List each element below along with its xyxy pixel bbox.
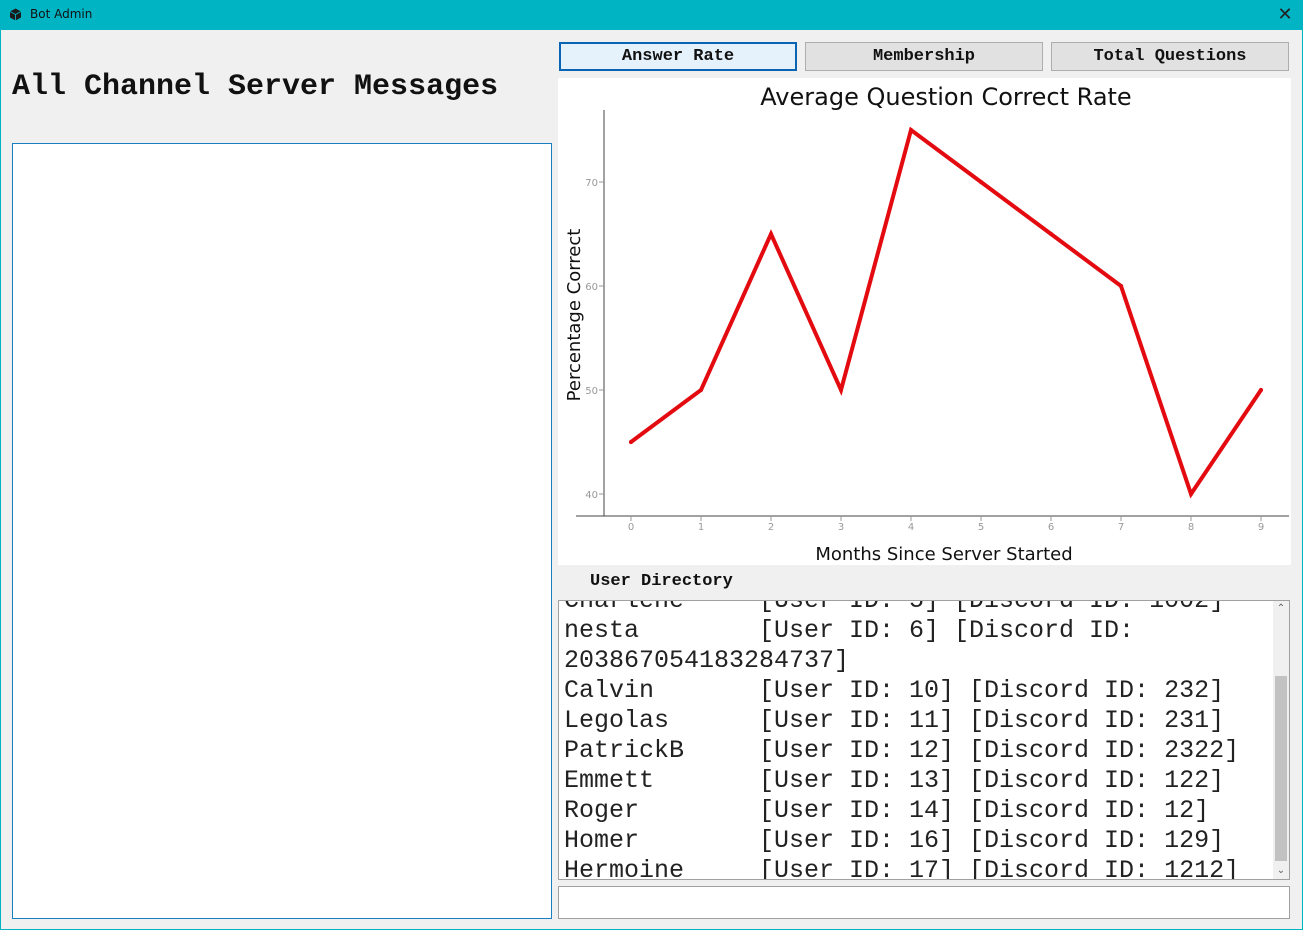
answer-rate-chart: Average Question Correct Rate Months Sin… (558, 78, 1291, 565)
user-name: Emmett (564, 766, 655, 795)
x-tick-label: 6 (1048, 522, 1054, 533)
x-tick-label: 7 (1118, 522, 1124, 533)
user-name: Calvin (564, 676, 655, 705)
user-row[interactable]: Legolas [User ID: 11] [Discord ID: 231] (564, 706, 1276, 736)
x-tick-label: 1 (698, 522, 704, 533)
chart-x-axis-label: Months Since Server Started (815, 544, 1072, 565)
chart-series-line (629, 126, 1263, 499)
y-tick-label: 60 (585, 282, 598, 293)
chart-data-point (1119, 284, 1123, 288)
chart-data-point (1189, 492, 1193, 496)
y-tick-label: 40 (585, 490, 598, 501)
user-row[interactable]: Hermoine [User ID: 17] [Discord ID: 1212] (564, 856, 1276, 880)
chart-data-point (1259, 388, 1263, 392)
user-row[interactable]: nesta [User ID: 6] [Discord ID: (564, 616, 1276, 646)
user-info: [User ID: 16] [Discord ID: 129] (759, 826, 1225, 855)
chart-data-point (699, 388, 703, 392)
user-info: [User ID: 10] [Discord ID: 232] (759, 676, 1225, 705)
total-questions-button[interactable]: Total Questions (1051, 42, 1289, 71)
chart-data-point (1049, 232, 1053, 236)
user-directory-label: User Directory (590, 572, 733, 591)
close-icon[interactable]: ✕ (1275, 3, 1295, 25)
messages-list[interactable] (12, 143, 552, 919)
user-info: [User ID: 14] [Discord ID: 12] (759, 796, 1210, 825)
x-tick-label: 5 (978, 522, 984, 533)
scroll-up-icon[interactable]: ⌃ (1273, 601, 1289, 617)
x-tick-label: 2 (768, 522, 774, 533)
user-row[interactable]: Charlene [User ID: 5] [Discord ID: 1002] (564, 600, 1276, 616)
user-directory-scrollbar[interactable]: ⌃ ⌄ (1273, 601, 1289, 879)
user-row[interactable]: Roger [User ID: 14] [Discord ID: 12] (564, 796, 1276, 826)
user-info: [User ID: 5] [Discord ID: 1002] (759, 600, 1225, 615)
user-info: [User ID: 6] [Discord ID: (759, 616, 1135, 645)
message-input[interactable] (558, 886, 1290, 919)
x-tick-label: 8 (1188, 522, 1194, 533)
user-name: Hermoine (564, 856, 685, 880)
scroll-down-icon[interactable]: ⌄ (1273, 863, 1289, 879)
chart-svg: Average Question Correct Rate Months Sin… (564, 83, 1289, 565)
user-row[interactable]: Homer [User ID: 16] [Discord ID: 129] (564, 826, 1276, 856)
user-name: Roger (564, 796, 640, 825)
user-row[interactable]: 203867054183284737] (564, 646, 1276, 676)
user-info: [User ID: 11] [Discord ID: 231] (759, 706, 1225, 735)
user-name: 203867054183284737] (564, 646, 850, 675)
user-name: PatrickB (564, 736, 685, 765)
user-row[interactable]: PatrickB [User ID: 12] [Discord ID: 2322] (564, 736, 1276, 766)
x-tick-label: 4 (908, 522, 914, 533)
y-tick-label: 50 (585, 386, 598, 397)
chart-data-point (629, 440, 633, 444)
x-tick-label: 9 (1258, 522, 1264, 533)
x-tick-label: 0 (628, 522, 634, 533)
user-info: [User ID: 13] [Discord ID: 122] (759, 766, 1225, 795)
messages-heading: All Channel Server Messages (12, 70, 499, 104)
x-tick-label: 3 (838, 522, 844, 533)
user-info: [User ID: 12] [Discord ID: 2322] (759, 736, 1240, 765)
user-name: Charlene (564, 600, 685, 615)
answer-rate-button[interactable]: Answer Rate (559, 42, 797, 71)
scrollbar-thumb[interactable] (1275, 676, 1287, 861)
chart-data-point (769, 232, 773, 236)
chart-data-point (839, 388, 843, 392)
title-bar: Bot Admin ✕ (0, 0, 1303, 30)
chart-title: Average Question Correct Rate (760, 83, 1131, 111)
user-name: Homer (564, 826, 640, 855)
user-name: Legolas (564, 706, 670, 735)
user-row[interactable]: Emmett [User ID: 13] [Discord ID: 122] (564, 766, 1276, 796)
window-title: Bot Admin (30, 7, 93, 21)
user-info: [User ID: 17] [Discord ID: 1212] (759, 856, 1240, 880)
chart-data-point (909, 128, 913, 132)
y-tick-label: 70 (585, 178, 598, 189)
chart-y-axis-label: Percentage Correct (564, 229, 585, 402)
chart-data-point (979, 180, 983, 184)
user-name: nesta (564, 616, 640, 645)
user-directory-list[interactable]: Charlene [User ID: 5] [Discord ID: 1002] n… (558, 600, 1290, 880)
membership-button[interactable]: Membership (805, 42, 1043, 71)
app-icon (9, 8, 22, 21)
user-row[interactable]: Calvin [User ID: 10] [Discord ID: 232] (564, 676, 1276, 706)
